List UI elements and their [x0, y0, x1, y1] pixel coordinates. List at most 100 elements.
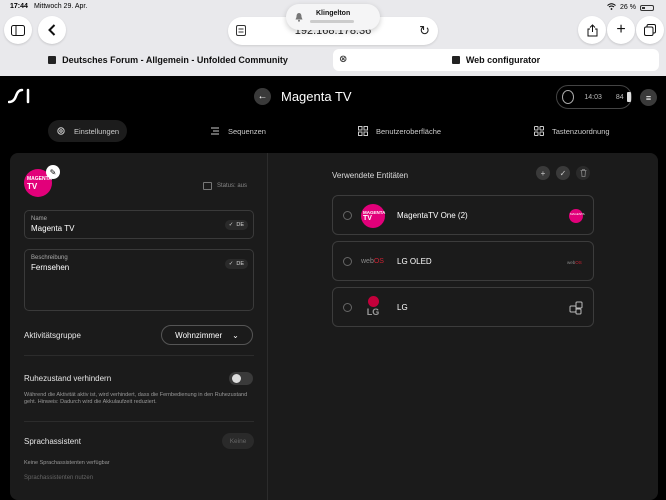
- browser-tab-forum[interactable]: Deutsches Forum - Allgemein - Unfolded C…: [6, 49, 330, 71]
- activity-back-button[interactable]: ←: [254, 88, 271, 105]
- status-icon: [203, 182, 212, 190]
- browser-tab-web-configurator[interactable]: ⊗ Web configurator: [333, 49, 659, 71]
- assistant-label: Sprachassistent: [24, 437, 81, 446]
- share-icon: [587, 23, 597, 36]
- check-icon: ✓: [559, 168, 567, 178]
- activity-group-value: Wohnzimmer: [175, 330, 223, 340]
- entity-name: LG OLED: [397, 257, 432, 266]
- trash-icon: [580, 169, 586, 177]
- assistant-button-label: Keine: [229, 437, 247, 445]
- back-button[interactable]: [38, 16, 66, 44]
- tab-label: Web configurator: [465, 55, 541, 65]
- language-badge[interactable]: ✓ DE: [224, 259, 248, 269]
- remote-clock: 14:03: [584, 93, 602, 101]
- logo-line2: TV: [363, 215, 372, 222]
- wifi-icon: [607, 3, 616, 12]
- remote-status-pill[interactable]: 14:03 84: [556, 85, 632, 109]
- entity-radio[interactable]: [343, 257, 352, 266]
- description-field[interactable]: Beschreibung Fernsehen ✓ DE: [24, 249, 254, 311]
- activity-group-label: Aktivitätsgruppe: [24, 331, 81, 340]
- layout-icon: [358, 126, 368, 136]
- settings-panel: MAGENTA TV ✎ Status: aus Name Magenta TV…: [10, 153, 658, 500]
- grid-icon: [534, 126, 544, 136]
- check-icon: ✓: [228, 222, 234, 228]
- list-icon: [211, 127, 219, 135]
- standby-label: Ruhezustand verhindern: [24, 374, 112, 383]
- tab-overview-button[interactable]: [636, 16, 664, 44]
- close-tab-icon[interactable]: ⊗: [339, 54, 347, 65]
- entity-row[interactable]: LG LG: [332, 287, 594, 327]
- logo-line1: MAGENTA: [570, 212, 585, 216]
- language-badge[interactable]: ✓ DE: [224, 220, 248, 230]
- entity-row[interactable]: MAGENTA TV MagentaTV One (2) MAGENTA: [332, 195, 594, 235]
- browser-chrome: 192.168.178.36 ↻ Klingelton + Deutsches …: [0, 4, 666, 76]
- delete-entity-button[interactable]: [576, 166, 590, 180]
- entity-name: MagentaTV One (2): [397, 211, 468, 220]
- entities-title: Verwendete Entitäten: [332, 171, 409, 180]
- assistant-option[interactable]: Sprachassistenten nutzen: [24, 475, 93, 481]
- add-entity-button[interactable]: +: [536, 166, 550, 180]
- share-button[interactable]: [578, 16, 606, 44]
- arrow-left-icon: ←: [257, 91, 268, 102]
- standby-toggle[interactable]: [229, 372, 253, 385]
- forum-favicon-icon: [48, 56, 57, 64]
- webos-logo-icon: webOS: [361, 250, 385, 274]
- name-field-value: Magenta TV: [31, 224, 75, 233]
- description-field-value: Fernsehen: [31, 263, 70, 272]
- page-title: Magenta TV: [281, 89, 352, 104]
- chevron-down-icon: ⌄: [232, 330, 239, 340]
- tab-benutzeroberflaeche[interactable]: Benutzeroberfläche: [358, 120, 441, 142]
- tab-einstellungen[interactable]: Einstellungen: [48, 120, 128, 142]
- check-icon: ✓: [228, 261, 234, 267]
- plus-icon: +: [540, 168, 546, 178]
- confirm-entity-button[interactable]: ✓: [556, 166, 570, 180]
- notification-pill[interactable]: Klingelton: [286, 4, 380, 30]
- status-text: Status: aus: [217, 183, 248, 189]
- entity-row[interactable]: webOS LG OLED webOS: [332, 241, 594, 281]
- notification-label: Klingelton: [316, 10, 351, 17]
- web-configurator: ← Magenta TV 14:03 84 ≡ Einstellungen Se…: [0, 76, 666, 500]
- webos-logo-suffix: OS: [373, 258, 384, 265]
- gear-icon: [57, 127, 65, 135]
- tab-sequenzen[interactable]: Sequenzen: [210, 120, 266, 142]
- status-date: Mittwoch 29. Apr.: [34, 3, 88, 10]
- language-code: DE: [236, 261, 244, 267]
- sidebar-toggle-button[interactable]: [4, 16, 32, 44]
- battery-percent: 26 %: [620, 4, 636, 11]
- edit-icon-button[interactable]: ✎: [46, 165, 60, 179]
- language-code: DE: [236, 222, 244, 228]
- magenta-tv-small-icon: MAGENTA: [569, 209, 585, 223]
- activity-group-select[interactable]: Wohnzimmer ⌄: [161, 325, 253, 345]
- sidebar-icon: [11, 24, 25, 36]
- status-right: 26 %: [607, 3, 654, 12]
- remote-battery-icon: [626, 92, 631, 102]
- entity-radio[interactable]: [343, 303, 352, 312]
- new-tab-button[interactable]: +: [607, 16, 635, 44]
- tab-label: Deutsches Forum - Allgemein - Unfolded C…: [62, 55, 288, 65]
- menu-button[interactable]: ≡: [640, 89, 657, 106]
- avatar-line2: TV: [27, 182, 38, 191]
- divider: [24, 421, 254, 422]
- remote-battery-level: 84: [615, 93, 624, 101]
- tabs-icon: [644, 24, 656, 36]
- magenta-tv-logo-icon: MAGENTA TV: [361, 204, 385, 228]
- assistant-select-button[interactable]: Keine: [222, 433, 254, 449]
- tab-tastenzuordnung[interactable]: Tastenzuordnung: [534, 120, 610, 142]
- webos-logo-prefix: web: [361, 258, 374, 265]
- pencil-icon: ✎: [49, 167, 57, 177]
- tab-label: Einstellungen: [74, 126, 120, 136]
- tab-label: Tastenzuordnung: [552, 126, 610, 136]
- unfolded-logo-icon: [8, 88, 30, 104]
- configurator-favicon-icon: [451, 56, 460, 64]
- webos-logo-suffix: OS: [575, 260, 582, 265]
- hamburger-icon: ≡: [645, 92, 652, 103]
- reload-icon[interactable]: ↻: [419, 23, 430, 39]
- entity-radio[interactable]: [343, 211, 352, 220]
- lg-logo-circle: [367, 296, 379, 307]
- chevron-left-icon: [48, 24, 56, 36]
- name-field[interactable]: Name Magenta TV ✓ DE: [24, 210, 254, 239]
- notification-bar: [310, 20, 354, 23]
- tab-label: Sequenzen: [228, 126, 266, 136]
- name-field-label: Name: [31, 216, 48, 222]
- assistant-note: Keine Sprachassistenten verfügbar: [24, 460, 110, 466]
